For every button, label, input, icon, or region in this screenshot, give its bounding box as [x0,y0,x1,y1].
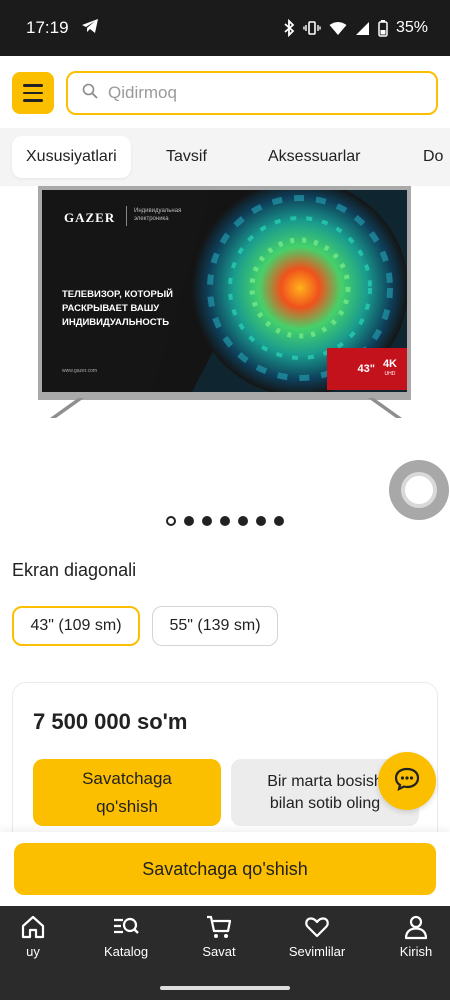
telegram-icon [81,18,99,39]
status-time: 17:19 [26,18,69,37]
tab-xususiyatlari[interactable]: Xususiyatlari [12,136,131,178]
bottom-nav: uy Katalog Savat Sevimlilar Kirish [0,906,450,1000]
tab-tavsif[interactable]: Tavsif [166,136,207,178]
search-input[interactable] [108,83,408,103]
tv-stand-left [50,398,84,418]
carousel-dot[interactable] [202,516,212,526]
menu-button[interactable] [12,72,54,114]
user-icon [404,915,428,940]
nav-home[interactable]: uy [0,914,78,974]
tab-aksessuarlar[interactable]: Aksessuarlar [268,136,360,178]
search-icon [82,83,98,104]
carousel-dot[interactable] [166,516,176,526]
nav-favorites[interactable]: Sevimlilar [272,914,362,974]
price: 7 500 000 so'm [33,709,188,734]
size-badge: 43" [357,363,375,375]
carousel-dot[interactable] [256,516,266,526]
diagonal-title: Ekran diagonali [12,560,137,580]
chat-button[interactable] [378,752,436,810]
nav-cart[interactable]: Savat [174,914,264,974]
signal-icon [355,21,370,36]
carousel-dot[interactable] [274,516,284,526]
status-bar: 17:19 35% [0,0,450,56]
resolution-sub: UHD [384,371,396,377]
nav-catalog[interactable]: Katalog [81,914,171,974]
vibrate-icon [303,20,321,36]
search-header [0,56,450,128]
option-43-inch[interactable]: 43" (109 sm) [12,606,140,646]
search-box[interactable] [66,71,438,115]
size-resolution-badge: 43" 4K UHD [327,348,407,390]
add-to-cart-button[interactable]: Savatchaga qo'shish [33,759,221,826]
tv-url: www.gazer.com [62,368,98,374]
brand-logo: GAZER [64,210,116,225]
floating-assist-button[interactable] [389,460,449,520]
nav-login[interactable]: Kirish [371,914,450,974]
bluetooth-icon [283,19,295,37]
carousel-dot[interactable] [220,516,230,526]
wifi-icon [329,21,347,36]
product-tabs: Xususiyatlari Tavsif Aksessuarlar Do [0,128,450,186]
tv-image: GAZER Индивидуальная электроника ТЕЛЕВИЗ… [38,186,411,400]
home-icon [21,915,45,939]
product-image-carousel[interactable]: GAZER Индивидуальная электроника ТЕЛЕВИЗ… [0,186,450,526]
tv-stand-right [368,398,402,418]
option-55-inch[interactable]: 55" (139 sm) [152,606,278,646]
battery-percent: 35% [395,19,428,36]
carousel-dots [0,516,450,526]
carousel-dot[interactable] [184,516,194,526]
tab-partial[interactable]: Do [423,136,443,178]
home-indicator[interactable] [160,986,290,990]
heart-icon [305,917,329,938]
carousel-dot[interactable] [238,516,248,526]
hamburger-icon [23,84,43,87]
price-card: 7 500 000 so'm Savatchaga qo'shish Bir m… [12,682,438,852]
cart-icon [207,915,232,938]
add-to-cart-main-button[interactable]: Savatchaga qo'shish [14,843,436,895]
chat-icon [394,767,420,796]
brand-tagline: Индивидуальная электроника [134,208,182,222]
battery-icon [378,19,388,37]
catalog-search-icon [114,917,139,934]
sticky-action-bar: Savatchaga qo'shish [0,832,450,906]
tv-headline: ТЕЛЕВИЗОР, КОТОРЫЙ РАСКРЫВАЕТ ВАШУ ИНДИВ… [62,289,173,328]
